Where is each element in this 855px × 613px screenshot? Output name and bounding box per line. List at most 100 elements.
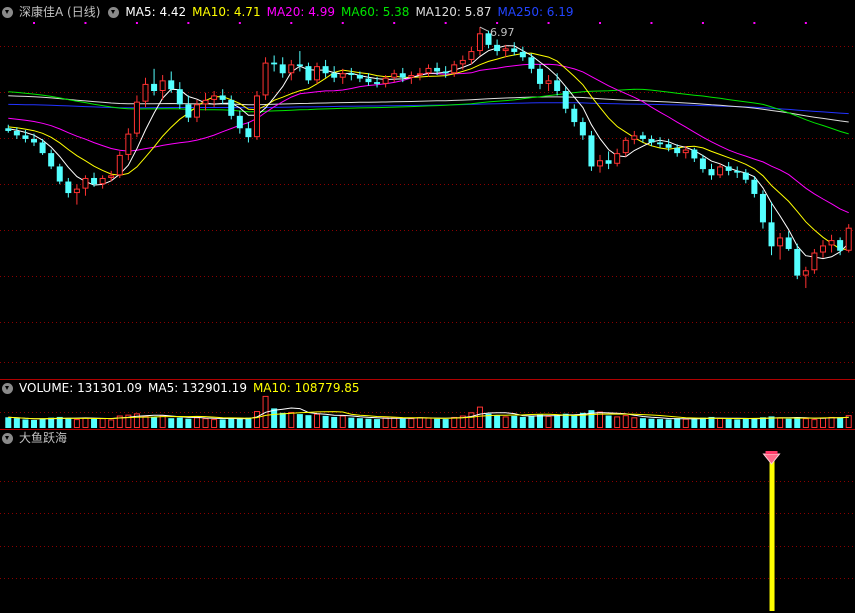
candle-body-down [785,237,792,249]
candle-body-up [545,80,552,84]
volume-legend: VOLUME: 131301.09 MA5: 132901.19 MA10: 1… [0,380,366,396]
candle-body-down [176,89,183,105]
signal-dot [753,22,756,24]
candle-body-down [348,73,355,76]
candle-body-down [91,177,98,185]
candle-body-up [468,51,475,60]
candle-body-up [159,80,166,91]
volume-bar-down [519,416,526,428]
candle-body-down [657,142,664,145]
signal-dot [599,22,602,24]
volume-bar-down [554,415,561,428]
signal-dot [547,22,550,24]
candle-body-down [768,222,775,247]
candle-body-down [22,135,29,139]
volume-bar-up [142,415,149,428]
volume-bar-down [742,418,749,428]
candle-body-up [339,73,346,78]
candle-body-up [288,64,295,74]
volume-bar-down [674,418,681,428]
candle-body-down [794,248,801,276]
stock-name-label: 深康佳A (日线) [19,5,101,19]
volume-bar-down [296,414,303,428]
candle-body-down [219,95,226,100]
stock-chart[interactable]: 6.97 [0,0,855,613]
candle-body-down [365,78,372,83]
candle-body-down [536,68,543,84]
volume-bar-down [39,418,46,428]
candle-body-down [708,169,715,176]
volume-bar-down [356,418,363,428]
volume-bar-up [811,419,818,429]
candle-body-down [434,67,441,72]
volume-bar-up [108,419,115,428]
volume-bar-down [605,415,612,428]
volume-bar-down [228,418,235,428]
volume-bar-up [211,419,218,429]
volume-bar-down [13,418,20,428]
indicator-menu-icon[interactable] [2,432,13,444]
signal-dot [238,22,241,24]
signal-dot [650,22,653,24]
volume-bar-down [785,418,792,428]
volume-bar-down [348,417,355,428]
volume-bar-up [622,415,629,429]
candle-body-down [356,75,363,79]
volume-bar-up [451,416,458,429]
candle-body-down [579,122,586,136]
candle-body-up [845,227,852,251]
volume-bar-down [374,419,381,428]
volume-bar-down [279,412,286,428]
ma-menu-icon[interactable] [108,6,120,18]
candle-body-up [391,73,398,78]
volume-bar-down [837,417,844,428]
volume-bar-up [391,417,398,428]
volume-bar-up [202,418,209,428]
signal-dot [393,22,396,24]
candle-body-up [777,237,784,247]
volume-bar-up [682,418,689,429]
candle-body-down [331,73,338,78]
volume-bar-up [253,411,260,428]
signal-diamond-icon [762,453,781,465]
volume-bar-up [777,417,784,428]
candle-body-down [674,147,681,154]
candle-body-up [253,95,260,138]
volume-bar-up [425,417,432,428]
volume-bar-down [528,415,535,428]
volume-bar-up [717,418,724,428]
volume-bar-down [494,415,501,428]
candle-body-up [193,104,200,118]
candle-body-down [725,166,732,171]
candle-body-down [665,144,672,148]
signal-dot [84,22,87,24]
volume-bar-down [725,419,732,428]
volume-ma10-label: MA10: 108779.85 [252,381,360,395]
candle-body-down [296,64,303,67]
candle-body-down [837,240,844,251]
candle-body-down [228,99,235,116]
candle-body-up [116,154,123,176]
signal-dot [187,22,190,24]
candle-body-down [699,158,706,170]
volume-menu-icon[interactable] [2,382,13,394]
volume-bar-down [691,419,698,428]
signal-dot [496,22,499,24]
candle-body-up [314,66,321,81]
candle-body-down [305,66,312,81]
candle-body-up [408,75,415,78]
volume-label: VOLUME: 131301.09 [19,381,142,395]
main-menu-icon[interactable] [2,6,13,18]
volume-bar-up [339,415,346,429]
candle-body-down [759,193,766,223]
candle-body-down [39,142,46,154]
candle-body-down [48,153,55,167]
signal-dot [341,22,344,24]
candle-body-down [639,135,646,139]
candle-body-down [236,115,243,129]
candle-body-up [382,77,389,84]
volume-bar-down [219,419,226,428]
volume-bar-down [648,418,655,428]
volume-bar-up [99,418,106,428]
candle-body-up [819,245,826,253]
